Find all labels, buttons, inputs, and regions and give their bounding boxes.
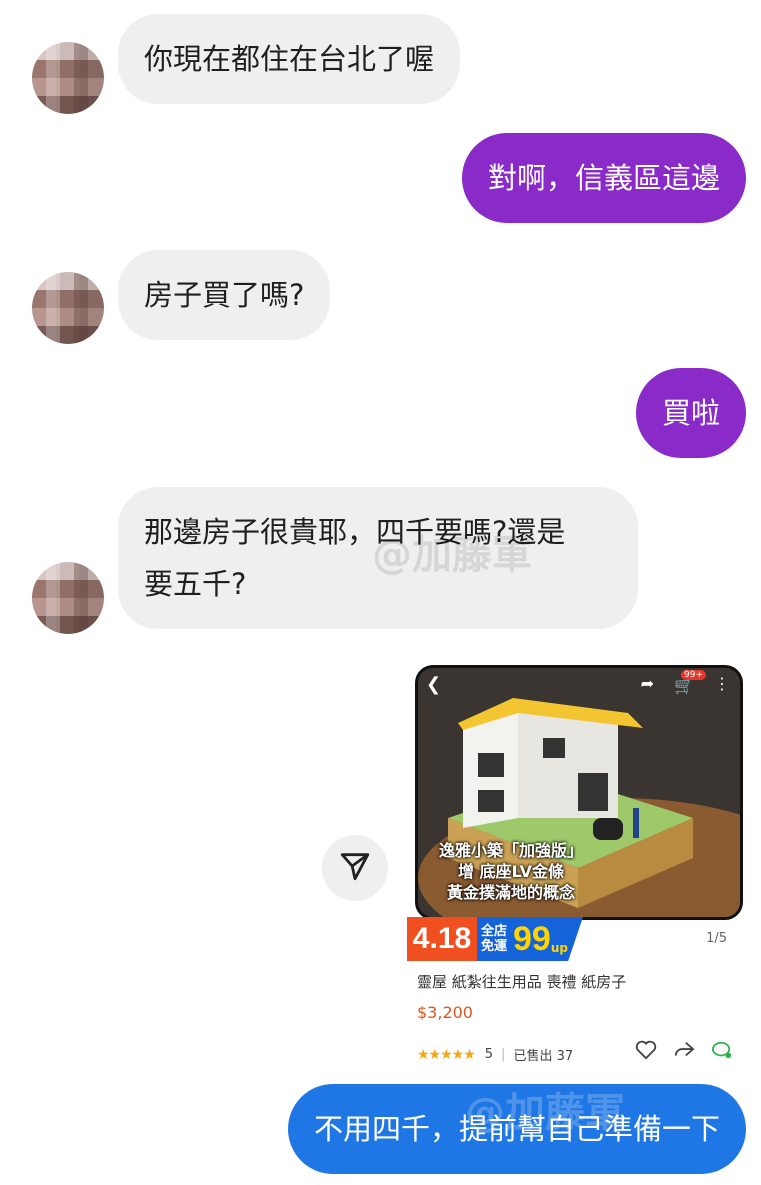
shared-product-card[interactable]: ❮ ➦ 🛒 99+ ⋮ 逸雅小築「加強版」 增 底座LV金條 黃金撲滿地的概念 … xyxy=(405,655,745,1075)
message-text-line: 要五千? xyxy=(144,567,247,601)
message-text: 你現在都住在台北了喔 xyxy=(144,42,435,76)
caption-line: 黃金撲滿地的概念 xyxy=(446,883,575,902)
send-icon xyxy=(338,849,372,887)
share-arrow-icon[interactable] xyxy=(673,1040,695,1064)
incoming-message: 那邊房子很貴耶，四千要嗎?還是 要五千? xyxy=(118,487,638,629)
product-title[interactable]: 靈屋 紙紮往生用品 喪禮 紙房子 xyxy=(417,971,626,992)
sale-suffix: up xyxy=(550,941,568,955)
product-meta: ★★★★★ 5 | 已售出 37 xyxy=(417,1045,574,1065)
sold-count: 已售出 37 xyxy=(513,1049,574,1064)
incoming-message: 你現在都住在台北了喔 xyxy=(118,14,461,104)
contact-avatar[interactable] xyxy=(32,272,104,344)
message-text-line: 那邊房子很貴耶，四千要嗎?還是 xyxy=(144,515,566,549)
photo-toolbar: ❮ ➦ 🛒 99+ ⋮ xyxy=(418,670,740,698)
outgoing-message: 不用四千，提前幫自己準備一下 xyxy=(287,1084,746,1174)
product-price: $3,200 xyxy=(417,1003,473,1022)
rating-value: 5 xyxy=(484,1047,494,1062)
message-text: 買啦 xyxy=(661,396,720,430)
photo-caption: 逸雅小築「加強版」 增 底座LV金條 黃金撲滿地的概念 xyxy=(426,840,596,903)
message-text: 對啊，信義區這邊 xyxy=(487,161,720,195)
line-share-icon[interactable] xyxy=(711,1040,733,1064)
contact-avatar[interactable] xyxy=(32,42,104,114)
message-text: 房子買了嗎? xyxy=(144,278,305,312)
message-text: 不用四千，提前幫自己準備一下 xyxy=(313,1112,720,1146)
free-shipping-tag: 全店 免運 99 up xyxy=(477,917,583,961)
image-pager: 1/5 xyxy=(700,930,733,947)
sale-tag-line: 免運 xyxy=(481,939,508,954)
contact-avatar[interactable] xyxy=(32,562,104,634)
outgoing-message: 對啊，信義區這邊 xyxy=(461,133,746,223)
sale-tag-line: 全店 xyxy=(481,924,508,939)
back-arrow-icon[interactable]: ❮ xyxy=(426,674,441,695)
divider: | xyxy=(501,1047,506,1062)
incoming-message: 房子買了嗎? xyxy=(118,250,331,340)
caption-line: 增 底座LV金條 xyxy=(458,862,564,881)
outgoing-message: 買啦 xyxy=(635,368,746,458)
rating-stars-icon: ★★★★★ xyxy=(417,1046,476,1063)
product-actions xyxy=(635,1040,733,1064)
share-icon[interactable]: ➦ xyxy=(641,674,654,693)
forward-button[interactable] xyxy=(322,835,388,901)
heart-icon[interactable] xyxy=(635,1040,657,1064)
sale-number: 99 xyxy=(513,919,551,958)
caption-line: 逸雅小築「加強版」 xyxy=(438,841,583,860)
sale-date: 4.18 xyxy=(407,917,477,961)
more-options-icon[interactable]: ⋮ xyxy=(714,674,730,693)
sale-banner: 4.18 全店 免運 99 up xyxy=(407,917,583,961)
product-photo[interactable]: ❮ ➦ 🛒 99+ ⋮ 逸雅小築「加強版」 增 底座LV金條 黃金撲滿地的概念 xyxy=(415,665,743,920)
cart-count-badge: 99+ xyxy=(681,670,706,680)
